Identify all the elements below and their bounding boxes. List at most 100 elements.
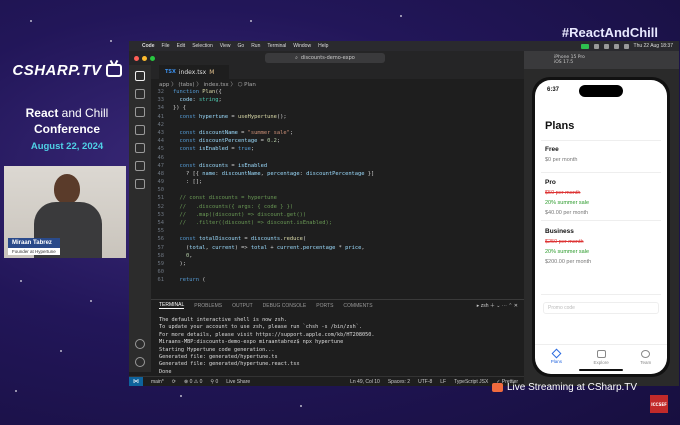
line-number: 34 [157,105,165,112]
terminal-shell-selector[interactable]: ▸ zsh ＋ ⌄ ⋯ ⌃ ✕ [477,302,518,309]
menu-terminal[interactable]: Terminal [267,43,286,49]
live-share-button[interactable]: Live Share [226,379,250,385]
menu-view[interactable]: View [220,43,231,49]
code-line[interactable]: 53 // .map((discount) => discount.get()) [151,211,524,219]
code-token: ; [250,146,255,153]
dynamic-island [579,85,623,97]
end-of-line[interactable]: LF [440,379,446,385]
tab-comments[interactable]: COMMENTS [343,303,372,309]
tab-output[interactable]: OUTPUT [232,303,253,309]
plan-pro[interactable]: Pro $50 per month 20% summer sale $40.00… [545,179,659,220]
code-line[interactable]: 47 const discounts = isEnabled [151,162,524,170]
terminal-line: Miraans-MBP:discounts-demo-expo miraanta… [159,339,344,346]
menu-selection[interactable]: Selection [192,43,213,49]
sync-icon[interactable]: ⟳ [172,379,176,385]
line-number: 49 [157,179,165,186]
remote-indicator-icon[interactable]: ⋈ [129,376,143,386]
command-center-search[interactable]: ⌕ discounts-demo-expo [265,53,385,63]
code-line[interactable]: 32 function Plan({ [151,88,524,96]
cursor-position[interactable]: Ln 49, Col 10 [350,379,380,385]
plan-name: Free [545,146,559,153]
ports-count[interactable]: ⚲ 0 [210,379,218,385]
plan-free[interactable]: Free $0 per month [545,146,659,167]
close-window-icon[interactable] [134,55,139,61]
code-line[interactable]: 59 ); [151,260,524,268]
terminal-output[interactable]: The default interactive shell is now zsh… [151,311,524,384]
code-line[interactable]: 55 [151,227,524,235]
broadcast-icon [492,383,503,392]
code-line[interactable]: 33 code: string; [151,96,524,104]
encoding[interactable]: UTF-8 [418,379,432,385]
code-token: hypertune [198,113,229,120]
menu-go[interactable]: Go [238,43,245,49]
code-line[interactable]: 44 const discountPercentage = 0.2; [151,137,524,145]
plan-business[interactable]: Business $250 per month 20% summer sale … [545,228,659,269]
source-control-icon[interactable] [135,143,145,153]
menu-file[interactable]: File [162,43,170,49]
code-line[interactable]: 34}) { [151,104,524,112]
tab-ports[interactable]: PORTS [316,303,333,309]
menu-help[interactable]: Help [318,43,328,49]
menu-edit[interactable]: Edit [177,43,186,49]
maximize-window-icon[interactable] [150,55,155,61]
extensions-icon[interactable] [135,179,145,189]
copilot-icon[interactable] [135,89,145,99]
line-number: 33 [157,97,165,104]
code-line[interactable]: 52 // .discounts({ args: { code } }) [151,203,524,211]
tab-terminal[interactable]: TERMINAL [159,302,185,309]
settings-gear-icon[interactable] [135,357,145,367]
code-token: isEnabled [237,162,268,169]
explorer-icon[interactable] [135,71,145,81]
code-line[interactable]: 49 : []; [151,178,524,186]
problems-count[interactable]: ⊗ 0 ⚠ 0 [184,379,202,385]
code-line[interactable]: 46 [151,154,524,162]
tab-plans[interactable]: Plans [551,348,562,374]
code-line[interactable]: 57 (total, current) => total + current. p… [151,244,524,252]
line-number: 58 [157,252,165,259]
code-line[interactable]: 43 const discountName = "summer sale"; [151,129,524,137]
line-number: 43 [157,129,165,136]
code-line[interactable]: 50 [151,186,524,194]
wifi-icon[interactable] [613,43,619,49]
code-line[interactable]: 45 const isEnabled = true; [151,145,524,153]
code-line[interactable]: 41 const hypertune = useHypertune (); [151,113,524,121]
status-icon[interactable] [593,43,599,49]
language-mode[interactable]: TypeScript JSX [454,379,488,385]
tab-index-tsx[interactable]: TSX index.tsx M [159,65,229,79]
code-line[interactable]: 58 0, [151,252,524,260]
minimize-window-icon[interactable] [142,55,147,61]
tab-team[interactable]: Team [640,350,651,374]
promo-code-input[interactable]: Promo code [543,302,659,314]
divider [541,140,661,141]
phone-screen: 6:37 Plans Free $0 per month Pro $50 per… [535,80,667,374]
code-token: return [173,277,203,284]
run-debug-icon[interactable] [135,161,145,171]
menu-run[interactable]: Run [251,43,260,49]
git-branch[interactable]: main* [151,379,164,385]
code-token: name [202,170,216,177]
code-line[interactable]: 48 ? [{ name: discountName, percentage: … [151,170,524,178]
menubar-clock[interactable]: Thu 22 Aug 18:37 [634,43,673,49]
code-token: * [335,244,346,251]
menu-window[interactable]: Window [293,43,311,49]
code-token: code [173,97,193,104]
github-icon[interactable] [135,107,145,117]
tab-debug-console[interactable]: DEBUG CONSOLE [263,303,307,309]
code-line[interactable]: 56 const totalDiscount = discounts. reduc… [151,235,524,243]
code-line[interactable]: 61 return ( [151,276,524,284]
breadcrumb[interactable]: app 〉 (tabs) 〉 index.tsx 〉 ⬡ Plan [151,79,524,88]
code-line[interactable]: 42 [151,121,524,129]
account-icon[interactable] [135,339,145,349]
code-editor[interactable]: 32 function Plan({33 code: string; 34}) {4… [151,88,524,299]
code-line[interactable]: 54 // .filter((discount) => discount.isE… [151,219,524,227]
battery-icon[interactable] [623,43,629,49]
search-icon[interactable] [135,125,145,135]
menu-code[interactable]: Code [142,43,155,49]
camera-indicator-icon[interactable] [580,43,589,49]
status-icon[interactable] [603,43,609,49]
line-number: 32 [157,89,165,95]
code-line[interactable]: 60 [151,268,524,276]
indentation[interactable]: Spaces: 2 [388,379,410,385]
code-line[interactable]: 51 // const discounts = hypertune [151,194,524,202]
tab-problems[interactable]: PROBLEMS [194,303,222,309]
